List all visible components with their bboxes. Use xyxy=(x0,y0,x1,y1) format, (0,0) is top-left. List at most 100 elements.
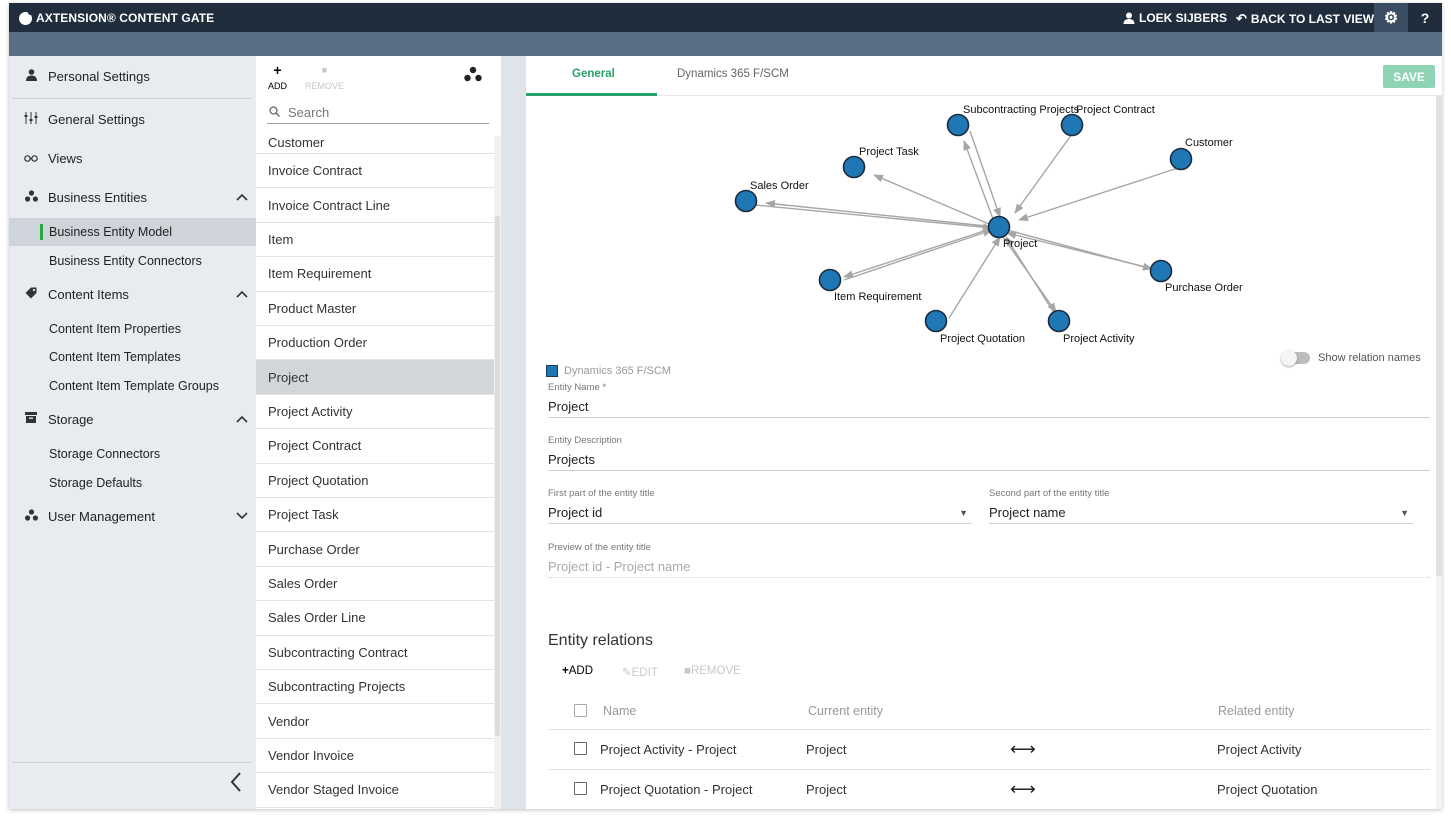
dropdown-arrow-icon: ▼ xyxy=(959,508,968,518)
remove-entity-button[interactable]: ■ REMOVE xyxy=(305,64,344,91)
add-relation-button[interactable]: +ADD xyxy=(562,665,593,677)
graph-label-sales-order: Sales Order xyxy=(750,180,809,192)
graph-node-project-activity[interactable] xyxy=(1047,309,1071,333)
remove-label: REMOVE xyxy=(305,81,345,91)
graph-label-customer: Customer xyxy=(1185,137,1233,149)
sidebar-item-label: Storage Connectors xyxy=(49,447,161,461)
sidebar-item-business-entities[interactable]: Business Entities xyxy=(9,179,256,215)
chevron-up-icon xyxy=(236,190,248,204)
list-item[interactable]: Item xyxy=(256,223,494,258)
sidebar-item-label: Business Entities xyxy=(48,189,147,205)
list-item[interactable]: Vendor Staged Invoice xyxy=(256,773,494,808)
search-input[interactable] xyxy=(288,105,478,120)
undo-icon: ↶ xyxy=(1236,11,1247,26)
graph-node-sales-order[interactable] xyxy=(734,189,758,213)
list-item[interactable]: Project Activity xyxy=(256,395,494,430)
sidebar-item-content-item-template-groups[interactable]: Content Item Template Groups xyxy=(9,372,256,400)
column-header-related[interactable]: Related entity xyxy=(1218,704,1294,718)
sidebar-item-general-settings[interactable]: General Settings xyxy=(9,101,256,137)
relation-current: Project xyxy=(806,742,847,757)
sidebar-item-label: Personal Settings xyxy=(48,68,150,84)
sidebar-item-label: Storage Defaults xyxy=(49,476,143,490)
list-item[interactable]: Sales Order Line xyxy=(256,601,494,636)
graph-node-project-quotation[interactable] xyxy=(924,309,948,333)
graph-view-button[interactable] xyxy=(464,66,482,85)
first-part-title-select[interactable]: First part of the entity title Project i… xyxy=(548,488,972,524)
list-item-label: Customer xyxy=(268,136,325,150)
field-label: Entity Name * xyxy=(548,382,607,393)
graph-node-item-requirement[interactable] xyxy=(818,268,842,292)
column-header-name[interactable]: Name xyxy=(603,704,636,718)
list-item[interactable]: Project Quotation xyxy=(256,464,494,498)
list-item[interactable]: Vendor Invoice xyxy=(256,739,494,774)
row-checkbox[interactable] xyxy=(574,742,587,755)
select-all-checkbox[interactable] xyxy=(574,704,587,717)
plus-icon: + xyxy=(562,665,569,677)
table-row[interactable]: Project Activity - Project Project ⟷ Pro… xyxy=(548,730,1430,770)
show-relation-names-toggle[interactable] xyxy=(1281,350,1310,366)
list-item[interactable]: Subcontracting Projects xyxy=(256,670,494,705)
list-item[interactable]: Customer xyxy=(256,136,494,154)
list-item[interactable]: Sales Order xyxy=(256,567,494,602)
list-item[interactable]: Vendor xyxy=(256,704,494,739)
list-item[interactable]: Project Contract xyxy=(256,429,494,464)
sidebar-item-personal-settings[interactable]: Personal Settings xyxy=(9,58,256,94)
list-item[interactable]: Production Order xyxy=(256,326,494,361)
graph-node-customer[interactable] xyxy=(1169,147,1193,171)
sidebar-item-storage[interactable]: Storage xyxy=(9,401,256,437)
user-button[interactable]: LOEK SIJBERS xyxy=(1123,11,1227,25)
second-part-title-select[interactable]: Second part of the entity title Project … xyxy=(989,488,1413,524)
edit-relation-button[interactable]: ✎EDIT xyxy=(622,665,658,679)
list-item[interactable]: Item Requirement xyxy=(256,257,494,292)
sidebar-item-content-item-properties[interactable]: Content Item Properties xyxy=(9,315,256,343)
users-icon xyxy=(23,508,39,524)
graph-node-subcontracting-projects[interactable] xyxy=(946,113,970,137)
search-icon xyxy=(269,105,280,120)
sidebar-item-business-entity-connectors[interactable]: Business Entity Connectors xyxy=(9,247,256,275)
scrollbar-thumb[interactable] xyxy=(1436,96,1442,576)
add-entity-button[interactable]: + ADD xyxy=(268,63,287,91)
main-scrollbar[interactable] xyxy=(1436,96,1442,809)
column-header-current[interactable]: Current entity xyxy=(808,704,883,718)
sidebar-item-business-entity-model[interactable]: Business Entity Model xyxy=(9,218,256,246)
table-row[interactable]: Project Quotation - Project Project ⟷ Pr… xyxy=(548,770,1430,809)
graph-node-project[interactable] xyxy=(987,215,1011,239)
list-scrollbar[interactable] xyxy=(494,136,501,809)
sidebar-item-storage-connectors[interactable]: Storage Connectors xyxy=(9,440,256,468)
list-item[interactable]: Subcontracting Contract xyxy=(256,636,494,670)
list-item-selected[interactable]: Project xyxy=(256,360,494,395)
graph-node-project-contract[interactable] xyxy=(1060,113,1084,137)
list-item[interactable]: Project Task xyxy=(256,498,494,533)
graph-node-project-task[interactable] xyxy=(842,155,866,179)
glasses-icon xyxy=(23,151,39,165)
list-item[interactable]: Product Master xyxy=(256,292,494,326)
list-item-label: Vendor xyxy=(268,713,310,729)
graph-node-purchase-order[interactable] xyxy=(1149,259,1173,283)
app-brand[interactable]: AXTENSION® CONTENT GATE xyxy=(19,9,214,25)
back-to-last-view-button[interactable]: ↶ BACK TO LAST VIEW xyxy=(1236,11,1374,27)
scrollbar-thumb[interactable] xyxy=(495,216,500,736)
collapse-sidebar-button[interactable] xyxy=(230,772,242,798)
remove-relation-button[interactable]: ■REMOVE xyxy=(684,665,741,677)
row-checkbox[interactable] xyxy=(574,782,587,795)
sidebar-item-views[interactable]: Views xyxy=(9,140,256,176)
save-button[interactable]: SAVE xyxy=(1383,65,1435,88)
sidebar-item-label: Content Item Templates xyxy=(49,350,181,364)
settings-button[interactable]: ⚙ xyxy=(1374,3,1408,32)
list-item-label: Project Activity xyxy=(268,403,353,419)
list-item[interactable]: Invoice Contract xyxy=(256,154,494,189)
list-item[interactable]: Purchase Order xyxy=(256,532,494,567)
sidebar-item-user-management[interactable]: User Management xyxy=(9,498,256,534)
list-item[interactable]: Invoice Contract Line xyxy=(256,188,494,223)
sidebar-item-content-item-templates[interactable]: Content Item Templates xyxy=(9,343,256,371)
chevron-up-icon xyxy=(236,412,248,426)
tab-bar: General Dynamics 365 F/SCM SAVE xyxy=(526,56,1442,96)
sidebar-item-content-items[interactable]: Content Items xyxy=(9,276,256,312)
tab-general[interactable]: General xyxy=(572,68,615,80)
tab-dynamics-365[interactable]: Dynamics 365 F/SCM xyxy=(677,68,789,80)
help-button[interactable]: ? xyxy=(1408,3,1442,32)
sidebar-item-storage-defaults[interactable]: Storage Defaults xyxy=(9,469,256,497)
entity-description-field[interactable]: Entity Description Projects xyxy=(548,435,1430,471)
entity-graph[interactable]: Project Subcontracting Projects Project … xyxy=(526,96,1442,377)
entity-name-field[interactable]: Entity Name * Project xyxy=(548,382,1430,418)
